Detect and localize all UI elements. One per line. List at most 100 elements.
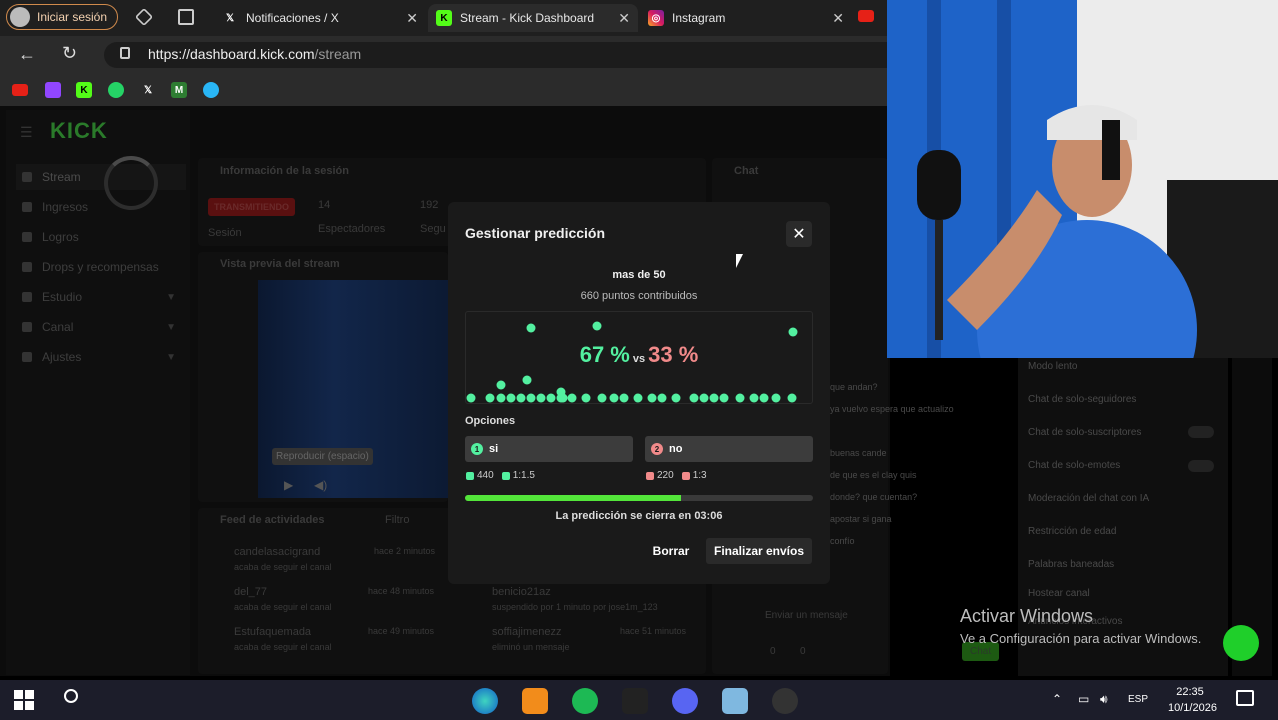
clock[interactable]: 22:35 10/1/2026	[1168, 684, 1217, 716]
chevron-down-icon: ▼	[166, 321, 176, 333]
delete-button[interactable]: Borrar	[646, 538, 696, 564]
feed-user: del_77	[234, 586, 268, 598]
chart-dot	[719, 393, 729, 403]
sidebar-item-ajustes[interactable]: Ajustes ▼	[16, 344, 186, 370]
obs-icon[interactable]	[772, 688, 798, 714]
url-host: https://dashboard.kick.com	[148, 46, 315, 62]
chart-dot	[749, 393, 759, 403]
points-contributed: 660 puntos contribuidos	[580, 290, 698, 302]
play-overlay[interactable]: Reproducir (espacio)	[272, 448, 373, 465]
chart-dot	[699, 393, 709, 403]
activity-header: Feed de actividades	[220, 514, 325, 526]
url-input[interactable]: https://dashboard.kick.com/stream	[104, 42, 904, 68]
discord-icon[interactable]	[672, 688, 698, 714]
menu-icon[interactable]: ☰	[20, 124, 33, 141]
volume-icon[interactable]: 🔊︎	[1100, 692, 1108, 707]
chart-dot	[647, 393, 657, 403]
mouse-cursor	[736, 254, 743, 268]
sidebar-item-drops[interactable]: Drops y recompensas	[16, 254, 186, 280]
tab-actions-icon[interactable]	[178, 9, 194, 25]
avatar	[10, 7, 30, 27]
feed-desc: suspendido por 1 minuto por jose1m_123	[492, 602, 658, 612]
gear-icon	[22, 352, 32, 362]
back-icon[interactable]: ←	[18, 44, 36, 65]
notifications-icon[interactable]	[1236, 690, 1254, 706]
whatsapp-bookmark-icon[interactable]	[108, 82, 124, 98]
headset-icon[interactable]	[1223, 625, 1259, 661]
volume-icon[interactable]: ◀)	[314, 478, 327, 492]
youtube-bookmark-icon[interactable]	[12, 84, 28, 96]
setting-emotes[interactable]: Chat de solo-emotes	[1028, 460, 1120, 471]
viewers-count: 14	[318, 199, 331, 211]
sidebar-item-canal[interactable]: Canal ▼	[16, 314, 186, 340]
finish-submissions-button[interactable]: Finalizar envíos	[706, 538, 812, 564]
setting-suscriptores[interactable]: Chat de solo-suscriptores	[1028, 427, 1141, 438]
kick-bookmark-icon[interactable]: K	[76, 82, 92, 98]
url-path: /stream	[314, 46, 362, 62]
start-pane	[14, 701, 23, 710]
chat-message: apostar si gana	[830, 514, 892, 524]
sidebar-item-logros[interactable]: Logros	[16, 224, 186, 250]
cloud-bookmark-icon[interactable]	[203, 82, 219, 98]
files-icon[interactable]	[722, 688, 748, 714]
stream-icon	[22, 172, 32, 182]
stream-preview[interactable]	[258, 280, 448, 498]
signin-button[interactable]: Iniciar sesión	[6, 4, 118, 30]
filter-button[interactable]: Filtro	[385, 514, 409, 526]
trophy-icon	[22, 232, 32, 242]
spotify-icon[interactable]	[572, 688, 598, 714]
chart-dot	[771, 393, 781, 403]
setting-hostear[interactable]: Hostear canal	[1028, 588, 1090, 599]
close-tab-icon[interactable]: ✕	[406, 10, 418, 27]
chart-dot	[619, 393, 629, 403]
setting-seguidores[interactable]: Chat de solo-seguidores	[1028, 394, 1136, 405]
language-indicator[interactable]: ESP	[1128, 694, 1148, 705]
close-tab-icon[interactable]: ✕	[618, 10, 630, 27]
twitch-bookmark-icon[interactable]	[45, 82, 61, 98]
feed-item-left-2: Estufaquemada hace 49 minutos acaba de s…	[212, 626, 442, 656]
feed-time: hace 48 minutos	[368, 586, 435, 596]
toggle-suscriptores[interactable]	[1188, 426, 1214, 438]
chevron-up-icon[interactable]: ⌃	[1052, 692, 1062, 706]
fl-studio-icon[interactable]	[522, 688, 548, 714]
tab-instagram[interactable]: ◎ Instagram ✕	[640, 4, 852, 32]
kick-logo: KICK	[50, 118, 108, 143]
option-points: 440	[477, 470, 494, 481]
network-icon[interactable]: ▭	[1078, 692, 1089, 706]
sidebar-item-ingresos[interactable]: Ingresos	[16, 194, 186, 220]
tab-kick[interactable]: K Stream - Kick Dashboard ✕	[428, 4, 638, 32]
option-no[interactable]: 2 no	[645, 436, 813, 462]
toggle-emotes[interactable]	[1188, 460, 1214, 472]
sidebar-item-stream[interactable]: Stream	[16, 164, 186, 190]
option-si[interactable]: 1 si	[465, 436, 633, 462]
sidebar-item-estudio[interactable]: Estudio ▼	[16, 284, 186, 310]
tab-x[interactable]: 𝕏 Notificaciones / X ✕	[214, 4, 426, 32]
play-icon[interactable]: ▶	[284, 478, 293, 492]
followers-label: Segu	[420, 223, 446, 235]
windows-start-icon[interactable]	[14, 690, 34, 710]
youtube-icon[interactable]	[858, 10, 874, 22]
chart-dot	[496, 380, 506, 390]
app-bookmark-icon[interactable]: M	[171, 82, 187, 98]
x-bookmark-icon[interactable]: 𝕏	[140, 82, 156, 98]
edge-icon[interactable]	[472, 688, 498, 714]
tab-label: Notificaciones / X	[246, 11, 339, 25]
setting-palabras[interactable]: Palabras baneadas	[1028, 559, 1114, 570]
feed-user: soffiajimenezz	[492, 626, 562, 638]
close-icon[interactable]: ✕	[786, 221, 812, 247]
tab-label: Stream - Kick Dashboard	[460, 11, 595, 25]
refresh-icon[interactable]: ↻	[62, 43, 77, 64]
chart-dot	[592, 321, 602, 331]
option-1-stats: 440 1:1.5	[466, 470, 535, 481]
sidebar-item-label: Drops y recompensas	[42, 260, 159, 274]
close-tab-icon[interactable]: ✕	[832, 10, 844, 27]
chat-input[interactable]: Enviar un mensaje	[765, 610, 848, 621]
setting-modo-lento[interactable]: Modo lento	[1028, 361, 1077, 372]
xsplit-icon[interactable]	[622, 688, 648, 714]
setting-ia[interactable]: Moderación del chat con IA	[1028, 493, 1149, 504]
feed-user: Estufaquemada	[234, 626, 312, 638]
search-icon[interactable]	[64, 689, 78, 703]
setting-edad[interactable]: Restricción de edad	[1028, 526, 1116, 537]
chart-dot	[689, 393, 699, 403]
badge-sub: Sesión	[208, 227, 242, 239]
